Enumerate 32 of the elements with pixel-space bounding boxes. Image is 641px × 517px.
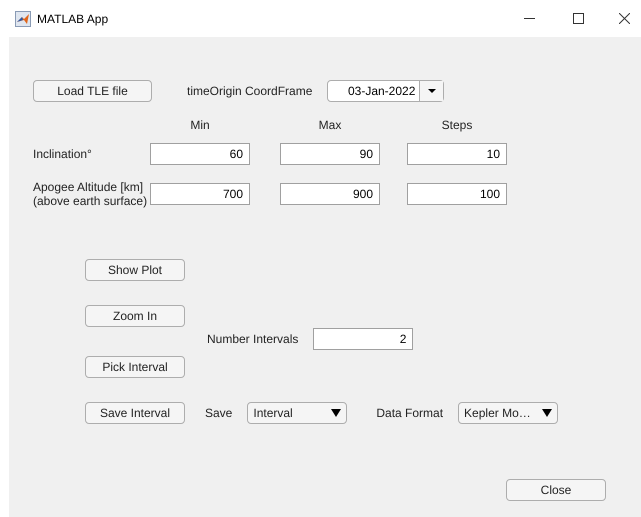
- number-field[interactable]: 90: [280, 143, 380, 165]
- load-button[interactable]: Load TLE file: [33, 80, 152, 102]
- label: Save: [205, 405, 232, 422]
- label: Number Intervals: [207, 331, 298, 348]
- window-title: MATLAB App: [37, 10, 108, 28]
- label: Max: [318, 117, 342, 130]
- caret-icon: [331, 409, 342, 417]
- maximize-icon[interactable]: [573, 13, 584, 24]
- show-plot-button[interactable]: Show Plot: [85, 259, 185, 281]
- number-field[interactable]: 10: [407, 143, 507, 165]
- number-field[interactable]: 900: [280, 183, 380, 205]
- label: Steps: [442, 117, 472, 130]
- dropdown[interactable]: Kepler Mo…: [458, 402, 558, 424]
- close-button[interactable]: Close: [506, 479, 606, 501]
- number-field[interactable]: 60: [150, 143, 250, 165]
- number-field[interactable]: 2: [313, 328, 414, 350]
- caret-icon: [428, 89, 436, 93]
- number-field[interactable]: 700: [150, 183, 250, 205]
- date-picker[interactable]: 03-Jan-2022: [327, 80, 444, 102]
- label: timeOrigin CoordFrame: [187, 83, 312, 100]
- label: Min: [190, 117, 210, 130]
- zoom-in-button[interactable]: Zoom In: [85, 305, 185, 327]
- row-label: Inclination°: [33, 147, 93, 161]
- dropdown[interactable]: Interval: [247, 402, 348, 424]
- label: Data Format: [376, 405, 444, 422]
- caret-icon: [542, 409, 552, 417]
- pick-interval-button[interactable]: Pick Interval: [85, 356, 185, 378]
- save-interval-button[interactable]: Save Interval: [85, 402, 185, 424]
- app-logo-icon: [15, 10, 31, 26]
- row-label: Apogee Altitude [km] (above earth surface): [33, 180, 148, 208]
- close-icon[interactable]: [619, 13, 630, 24]
- number-field[interactable]: 100: [407, 183, 507, 205]
